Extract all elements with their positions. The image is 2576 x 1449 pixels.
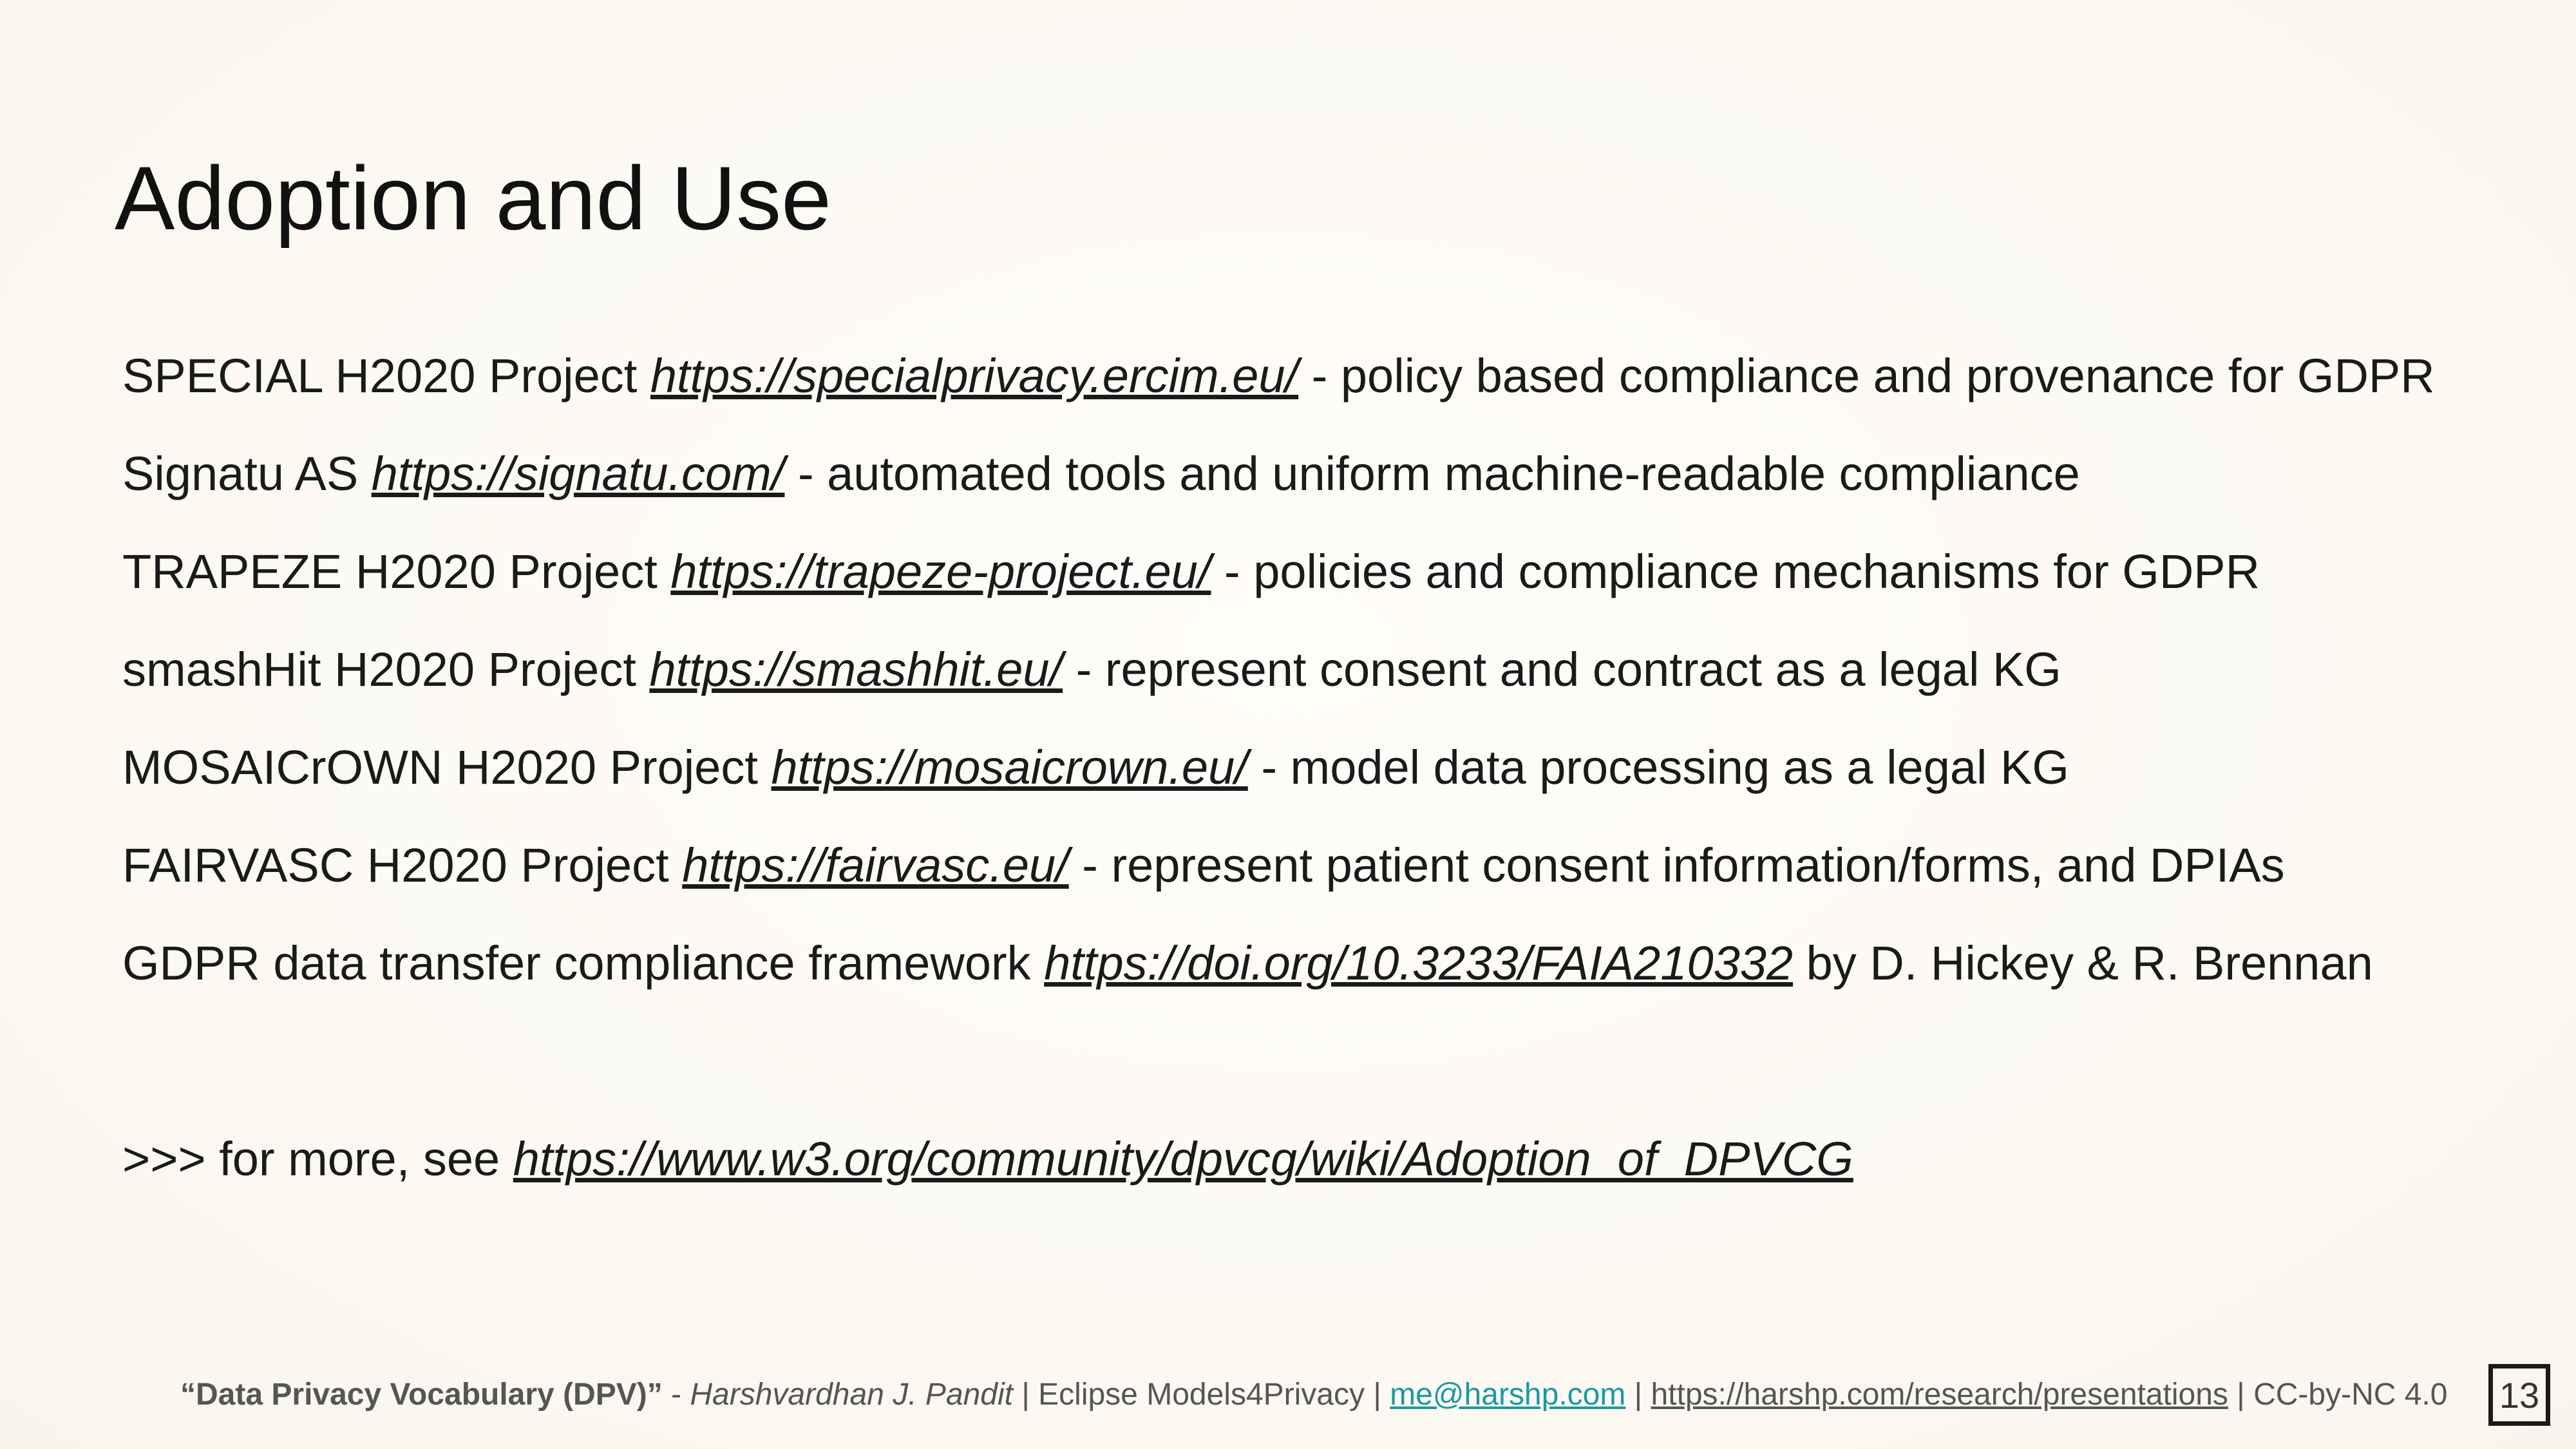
more-link[interactable]: https://www.w3.org/community/dpvcg/wiki/…: [513, 1132, 1853, 1186]
item-description: - represent consent and contract as a le…: [1063, 643, 2061, 696]
item-label: Signatu AS: [122, 447, 372, 500]
item-link[interactable]: https://doi.org/10.3233/FAIA210332: [1044, 936, 1793, 990]
page-number: 13: [2488, 1364, 2550, 1426]
item-label: FAIRVASC H2020 Project: [122, 838, 683, 892]
item-label: TRAPEZE H2020 Project: [122, 545, 671, 598]
list-item: SPECIAL H2020 Project https://specialpri…: [122, 348, 2435, 405]
footer-separator: -: [662, 1378, 690, 1412]
item-link[interactable]: https://signatu.com/: [372, 447, 785, 500]
footer-author: Harshvardhan J. Pandit: [690, 1378, 1013, 1412]
list-item: MOSAICrOWN H2020 Project https://mosaicr…: [122, 739, 2069, 797]
slide-footer: “Data Privacy Vocabulary (DPV)” - Harshv…: [180, 1377, 2447, 1412]
list-item: smashHit H2020 Project https://smashhit.…: [122, 641, 2061, 699]
list-item: TRAPEZE H2020 Project https://trapeze-pr…: [122, 544, 2260, 601]
item-label: smashHit H2020 Project: [122, 643, 650, 696]
footer-separator: |: [1625, 1378, 1651, 1412]
item-link[interactable]: https://smashhit.eu/: [649, 643, 1063, 696]
footer-url-link[interactable]: https://harshp.com/research/presentation…: [1651, 1378, 2228, 1412]
list-item: GDPR data transfer compliance framework …: [122, 935, 2373, 992]
item-description: - automated tools and uniform machine-re…: [784, 447, 2080, 500]
footer-license: | CC-by-NC 4.0: [2228, 1378, 2448, 1412]
footer-email-link[interactable]: me@harshp.com: [1390, 1378, 1625, 1412]
list-item: FAIRVASC H2020 Project https://fairvasc.…: [122, 837, 2285, 895]
footer-title: “Data Privacy Vocabulary (DPV)”: [180, 1378, 663, 1412]
item-link[interactable]: https://specialprivacy.ercim.eu/: [650, 349, 1298, 402]
list-item: Signatu AS https://signatu.com/ - automa…: [122, 446, 2080, 503]
more-info-line: >>> for more, see https://www.w3.org/com…: [122, 1131, 1853, 1188]
item-label: SPECIAL H2020 Project: [122, 349, 650, 402]
item-description: - represent patient consent information/…: [1068, 838, 2285, 892]
item-description: - policy based compliance and provenance…: [1298, 349, 2435, 402]
item-description: - policies and compliance mechanisms for…: [1211, 545, 2260, 598]
more-label: >>> for more, see: [122, 1132, 513, 1186]
item-link[interactable]: https://trapeze-project.eu/: [670, 545, 1211, 598]
item-description: - model data processing as a legal KG: [1247, 741, 2069, 794]
item-link[interactable]: https://mosaicrown.eu/: [771, 741, 1247, 794]
item-label: GDPR data transfer compliance framework: [122, 936, 1045, 990]
item-description: by D. Hickey & R. Brennan: [1793, 936, 2373, 990]
item-link[interactable]: https://fairvasc.eu/: [682, 838, 1069, 892]
footer-venue: | Eclipse Models4Privacy |: [1013, 1378, 1390, 1412]
slide-title: Adoption and Use: [115, 147, 832, 249]
item-label: MOSAICrOWN H2020 Project: [122, 741, 772, 794]
